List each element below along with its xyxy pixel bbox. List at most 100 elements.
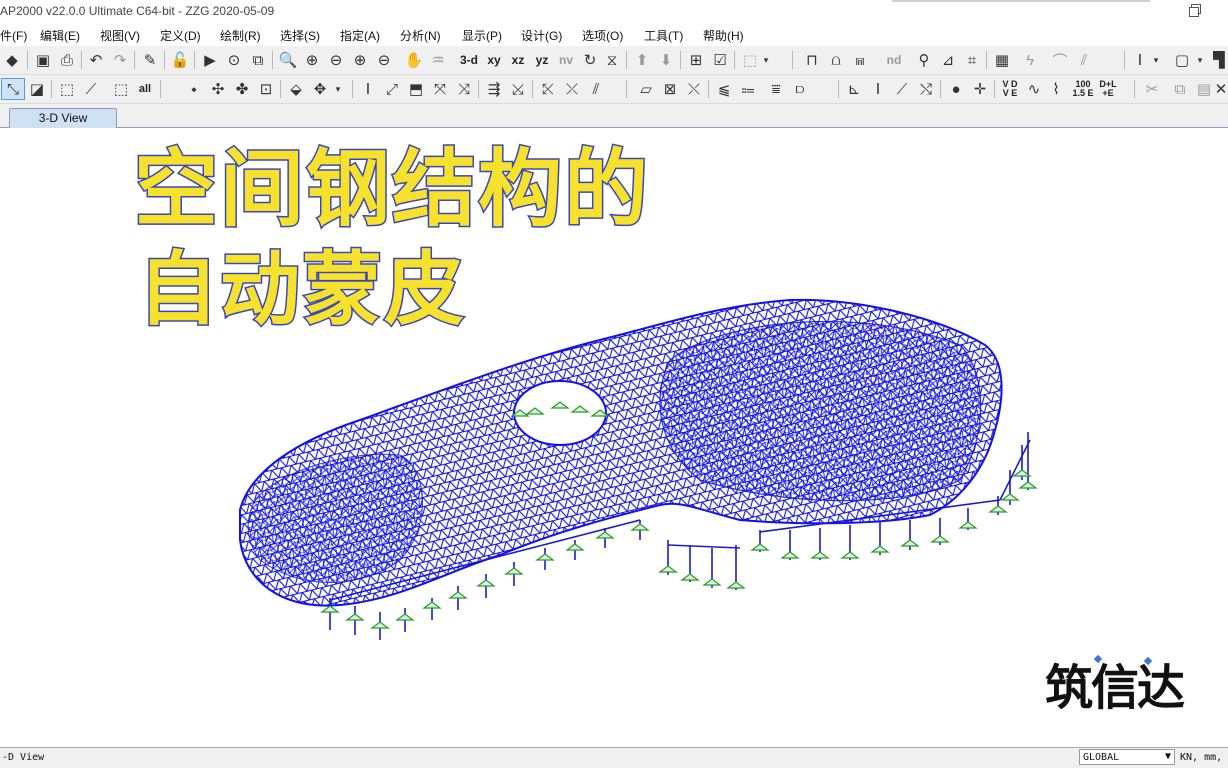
menu-design[interactable]: 设计(G) [521, 27, 562, 44]
dropdown-arrow-icon[interactable]: ▾ [1194, 50, 1206, 70]
dropdown-arrow-icon[interactable]: ▾ [760, 50, 772, 70]
copy-icon[interactable]: ⧉ [1170, 79, 1190, 99]
paste-icon[interactable]: ▤ [1194, 79, 1214, 99]
move-up-icon[interactable]: ⬆ [632, 50, 652, 70]
vd-ve-button[interactable]: V DV E [1000, 79, 1020, 99]
area-wind-icon[interactable]: ⩸ [766, 79, 786, 99]
menu-view[interactable]: 视图(V) [100, 27, 140, 44]
run-icon[interactable]: ▶ [200, 50, 220, 70]
reshape-icon[interactable]: ◪ [27, 79, 47, 99]
joint-spring-icon[interactable]: ✣ [208, 79, 228, 99]
stress-display-icon[interactable]: ⊿ [938, 50, 958, 70]
menu-define[interactable]: 定义(D) [160, 27, 201, 44]
area-load-icon[interactable]: ▱ [636, 79, 656, 99]
joint-load-icon[interactable]: ⬙ [286, 79, 306, 99]
combo-100-button[interactable]: 100 1.5 E [1070, 79, 1096, 99]
frame-icon[interactable]: ⊓ [802, 50, 822, 70]
solid-icon[interactable]: ⤭ [916, 79, 936, 99]
restore-window-icon[interactable] [1188, 3, 1202, 17]
move-joint-icon[interactable]: ✛ [970, 79, 990, 99]
delete-icon[interactable]: ✕ [1214, 79, 1228, 99]
walk-icon[interactable]: ♒ [428, 50, 448, 70]
menu-edit[interactable]: 编辑(E) [40, 27, 80, 44]
layout-icon[interactable]: ▜ [1210, 50, 1228, 70]
model-canvas[interactable]: 空间钢结构的 自动蒙皮 筑信达 [0, 128, 1228, 747]
menu-tools[interactable]: 工具(T) [644, 27, 683, 44]
frame-temperature-icon[interactable]: ⤩ [508, 79, 528, 99]
frame-offset-icon[interactable]: ⬒ [406, 79, 426, 99]
select-pointer-icon[interactable]: ⤡ [1, 78, 25, 100]
redo-icon[interactable]: ↷ [110, 50, 130, 70]
menu-options[interactable]: 选项(O) [582, 27, 623, 44]
save-icon[interactable]: ▣ [33, 50, 53, 70]
select-window-icon[interactable]: ⬚ [57, 79, 77, 99]
coord-system-select[interactable]: GLOBAL ▼ [1079, 749, 1175, 765]
previous-selection-icon[interactable]: ⬚ [111, 79, 131, 99]
run-analysis-icon[interactable]: ⊙ [224, 50, 244, 70]
move-down-icon[interactable]: ⬇ [656, 50, 676, 70]
show-undeformed-icon[interactable]: ⊞ [686, 50, 706, 70]
print-icon[interactable]: ⎙ [57, 50, 77, 70]
frame-output-station-icon[interactable]: ⤧ [430, 79, 450, 99]
cable-icon[interactable]: ⟋ [892, 79, 912, 99]
select-all-button[interactable]: all [135, 79, 155, 99]
area-pressure-icon[interactable]: ⫹ [714, 79, 734, 99]
frame-load-icon[interactable]: ⇶ [484, 79, 504, 99]
joint-constraint-icon[interactable]: ✤ [232, 79, 252, 99]
lightning-icon[interactable]: ϟ [1020, 50, 1040, 70]
virtual-work-icon[interactable]: ⌗ [962, 50, 982, 70]
zoom-window-icon[interactable]: 🔍 [278, 50, 298, 70]
zoom-full-icon[interactable]: ⊕ [302, 50, 322, 70]
view-yz-button[interactable]: yz [532, 50, 552, 70]
function-plot-icon[interactable]: ⌒ [1050, 50, 1070, 70]
mass-source-icon[interactable]: ● [946, 79, 966, 99]
joint-mass-icon[interactable]: ⊡ [256, 79, 276, 99]
area-local-axes-icon[interactable]: ⫽ [586, 79, 606, 99]
pan-hand-icon[interactable]: ✋ [404, 50, 424, 70]
zoom-in-icon[interactable]: ⊕ [350, 50, 370, 70]
zoom-previous-icon[interactable]: ⊖ [326, 50, 346, 70]
menu-file[interactable]: 件(F) [0, 27, 27, 44]
i-section-icon[interactable]: Ⅰ [1130, 50, 1150, 70]
dropdown-arrow-icon[interactable]: ▾ [332, 79, 344, 99]
undo-icon[interactable]: ↶ [86, 50, 106, 70]
dropdown-arrow-icon[interactable]: ▾ [1150, 50, 1162, 70]
deformed-shape-icon[interactable]: ⩍ [826, 50, 846, 70]
area-stiffness-icon[interactable]: ⤫ [562, 79, 582, 99]
menu-display[interactable]: 显示(P) [462, 27, 502, 44]
area-strain-icon[interactable]: ⫐ [790, 79, 810, 99]
area-temperature-icon[interactable]: ⩴ [738, 79, 758, 99]
joint-restraint-icon[interactable]: ⬩ [184, 79, 204, 99]
nd-button[interactable]: nd [884, 50, 904, 70]
tab-3d-view[interactable]: 3-D View [9, 108, 117, 128]
time-history-icon[interactable]: ⌇ [1046, 79, 1066, 99]
menu-draw[interactable]: 绘制(R) [220, 27, 261, 44]
lock-icon[interactable]: 🔓 [170, 50, 190, 70]
rotate-icon[interactable]: ↻ [580, 50, 600, 70]
mode-shape-icon[interactable]: ⩎ [850, 50, 870, 70]
property-icon[interactable]: ▢ [1172, 50, 1192, 70]
frame-local-axes-icon[interactable]: ⤨ [454, 79, 474, 99]
zoom-out-icon[interactable]: ⊖ [374, 50, 394, 70]
view-nv-button[interactable]: nv [556, 50, 576, 70]
area-gravity-icon[interactable]: ⤬ [684, 79, 704, 99]
menu-help[interactable]: 帮助(H) [703, 27, 744, 44]
frame-section-icon[interactable]: Ⅰ [358, 79, 378, 99]
menu-analyze[interactable]: 分析(N) [400, 27, 441, 44]
intersect-line-icon[interactable]: ⟋ [81, 79, 101, 99]
section-cut-icon[interactable]: ⫽ [1074, 50, 1094, 70]
display-options-icon[interactable]: ⬚ [740, 50, 760, 70]
pencil-icon[interactable]: ✎ [140, 50, 160, 70]
area-section-icon[interactable]: ⤪ [538, 79, 558, 99]
tag-icon[interactable]: ◆ [2, 50, 22, 70]
frame-release-icon[interactable]: ⤢ [382, 79, 402, 99]
area-uniform-load-icon[interactable]: ⊠ [660, 79, 680, 99]
view-3d-button[interactable]: 3-d [458, 50, 480, 70]
link-icon[interactable]: ⊾ [844, 79, 864, 99]
menu-assign[interactable]: 指定(A) [340, 27, 380, 44]
title-search-box[interactable] [892, 0, 1150, 2]
force-display-icon[interactable]: ⚲ [914, 50, 934, 70]
perspective-icon[interactable]: ⧖ [602, 50, 622, 70]
view-xz-button[interactable]: xz [508, 50, 528, 70]
view-xy-button[interactable]: xy [484, 50, 504, 70]
